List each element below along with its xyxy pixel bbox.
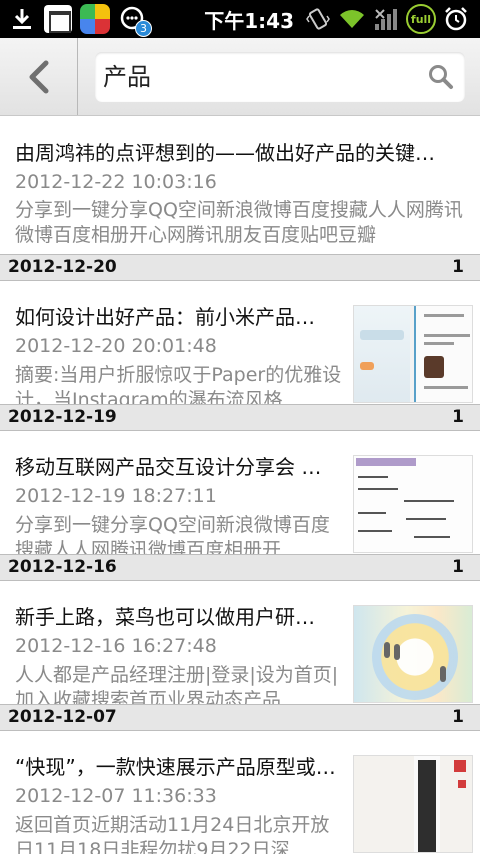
item-title: 如何设计出好产品：前小米产品… xyxy=(15,305,315,329)
section-date: 2012-12-19 xyxy=(8,407,117,427)
date-section-header: 2012-12-20 1 xyxy=(0,254,480,281)
list-item[interactable]: 移动互联网产品交互设计分享会 … 2012-12-19 18:27:11 分享到… xyxy=(0,431,480,561)
list-item[interactable]: “快现”，一款快速展示产品原型或… 2012-12-07 11:36:33 返回… xyxy=(0,731,480,854)
download-icon xyxy=(8,5,36,33)
section-count: 1 xyxy=(452,557,464,577)
chevron-left-icon xyxy=(29,60,48,93)
item-title: 移动互联网产品交互设计分享会 … xyxy=(15,455,322,479)
status-time: 下午1:43 xyxy=(204,8,294,33)
item-title: “快现”，一款快速展示产品原型或… xyxy=(15,755,336,779)
status-bar: 3 下午1:43 full xyxy=(0,0,480,38)
date-section-header: 2012-12-19 1 xyxy=(0,404,480,431)
item-title: 新手上路，菜鸟也可以做用户研… xyxy=(15,605,315,629)
item-timestamp: 2012-12-20 20:01:48 xyxy=(15,335,217,357)
section-count: 1 xyxy=(452,707,464,727)
section-date: 2012-12-16 xyxy=(8,557,117,577)
search-input[interactable]: 产品 xyxy=(95,52,465,102)
notification-count-badge: 3 xyxy=(135,20,152,37)
note-app-icon xyxy=(44,5,72,33)
item-thumbnail xyxy=(353,455,473,553)
search-results-list[interactable]: 由周鸿祎的点评想到的——做出好产品的关键… 2012-12-22 10:03:1… xyxy=(0,116,480,854)
item-thumbnail xyxy=(353,305,473,403)
item-timestamp: 2012-12-19 18:27:11 xyxy=(15,485,217,507)
item-description: 返回首页近期活动11月24日北京开放日11月18日非程勿扰9月22日深 xyxy=(15,814,330,854)
status-bar-notifications: 3 xyxy=(8,4,152,37)
list-item[interactable]: 如何设计出好产品：前小米产品… 2012-12-20 20:01:48 摘要:当… xyxy=(0,281,480,411)
search-icon[interactable] xyxy=(427,63,455,91)
item-timestamp: 2012-12-07 11:36:33 xyxy=(15,785,217,807)
date-section-header: 2012-12-07 1 xyxy=(0,704,480,731)
item-thumbnail xyxy=(353,605,473,703)
section-date: 2012-12-20 xyxy=(8,257,117,277)
date-section-header: 2012-12-16 1 xyxy=(0,554,480,581)
signal-icon xyxy=(372,5,400,33)
section-count: 1 xyxy=(452,257,464,277)
chat-icon: 3 xyxy=(118,5,152,37)
battery-icon: full xyxy=(406,4,436,34)
item-description: 分享到一键分享QQ空间新浪微博百度搜藏人人网腾讯微博百度相册开心网腾讯朋友百度贴… xyxy=(15,199,463,246)
item-title: 由周鸿祎的点评想到的——做出好产品的关键… xyxy=(15,141,435,165)
search-header: 产品 xyxy=(0,38,480,116)
status-bar-system: 下午1:43 full xyxy=(204,4,470,34)
wifi-icon xyxy=(338,5,366,33)
section-count: 1 xyxy=(452,407,464,427)
list-item[interactable]: 新手上路，菜鸟也可以做用户研… 2012-12-16 16:27:48 人人都是… xyxy=(0,581,480,711)
alarm-icon xyxy=(442,5,470,33)
item-timestamp: 2012-12-22 10:03:16 xyxy=(15,171,217,193)
vibrate-icon xyxy=(304,5,332,33)
item-timestamp: 2012-12-16 16:27:48 xyxy=(15,635,217,657)
back-button[interactable] xyxy=(0,38,78,115)
search-query-text: 产品 xyxy=(103,63,151,91)
item-thumbnail xyxy=(353,755,473,853)
color-app-icon xyxy=(80,4,110,34)
list-item[interactable]: 由周鸿祎的点评想到的——做出好产品的关键… 2012-12-22 10:03:1… xyxy=(0,116,480,254)
section-date: 2012-12-07 xyxy=(8,707,117,727)
